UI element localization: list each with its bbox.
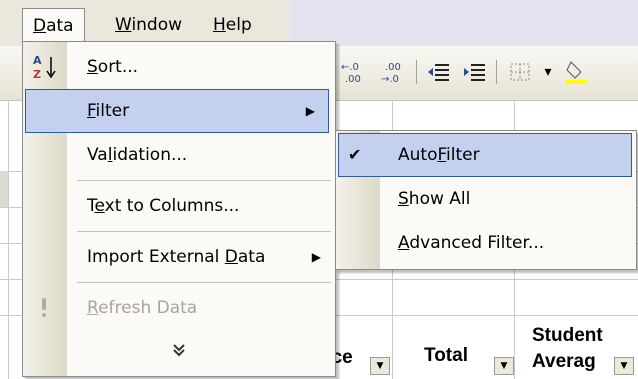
submenu-arrow-icon: ▶ (305, 104, 315, 118)
menu-item-label: Import External Data (87, 247, 266, 267)
menu-item-label: Validation... (87, 145, 188, 165)
svg-text:Z: Z (33, 68, 41, 81)
menu-bar: Data Window Help (0, 0, 638, 46)
menu-item-show-all[interactable]: Show All (336, 177, 636, 221)
menu-item-label: Text to Columns... (87, 196, 240, 216)
menu-item-label: Filter (87, 101, 130, 121)
autofilter-dropdown-button[interactable]: ▼ (370, 357, 390, 375)
menu-data-mnemonic: D (33, 16, 47, 36)
submenu-arrow-icon: ▶ (311, 250, 321, 264)
autofilter-dropdown-button[interactable]: ▼ (494, 357, 514, 375)
menu-item-label: AutoFilter (398, 145, 480, 165)
checkmark-icon: ✔ (348, 145, 362, 164)
increase-indent-icon (464, 64, 485, 81)
fill-color-icon (566, 61, 588, 84)
menu-help[interactable]: Help (208, 12, 257, 38)
menu-help-mnemonic: H (213, 15, 226, 35)
svg-text:.00: .00 (345, 74, 361, 85)
menu-item-label: Sort... (87, 57, 139, 77)
header-cell-student-average: Student Averag (532, 323, 603, 375)
menu-separator (77, 231, 331, 232)
increase-decimal-icon: ←.0.00 (341, 62, 361, 85)
menu-item-advanced-filter[interactable]: Advanced Filter... (336, 221, 636, 265)
menu-item-label: Advanced Filter... (398, 233, 545, 253)
menu-data-rest: ata (46, 16, 74, 36)
expand-menu-button[interactable] (23, 342, 335, 362)
decrease-indent-button[interactable] (424, 58, 454, 86)
menu-bar-background (290, 0, 638, 46)
data-menu: AZ Sort... Filter ▶ Validation... Text t… (22, 41, 336, 377)
header-label: Total (424, 345, 468, 366)
menu-data[interactable]: Data (22, 8, 85, 43)
menu-item-refresh-data: Refresh Data (23, 286, 335, 330)
svg-text:.00: .00 (385, 62, 401, 73)
header-cell-total: Total (424, 345, 468, 367)
toolbar-separator (496, 60, 497, 84)
dropdown-arrow-icon: ▾ (544, 64, 552, 80)
borders-button[interactable] (504, 58, 536, 86)
menu-window-rest: indow (131, 15, 183, 35)
menu-separator (77, 282, 331, 283)
menu-item-label: Show All (398, 189, 471, 209)
borders-dropdown-button[interactable]: ▾ (540, 58, 556, 86)
menu-window-mnemonic: W (115, 15, 132, 35)
menu-item-import-external-data[interactable]: Import External Data ▶ (23, 235, 335, 279)
header-label-line2: Averag (532, 351, 596, 372)
svg-text:→.0: →.0 (381, 74, 399, 85)
menu-item-filter[interactable]: Filter ▶ (25, 89, 329, 133)
menu-help-rest: elp (225, 15, 252, 35)
menu-item-validation[interactable]: Validation... (23, 133, 335, 177)
menu-item-autofilter[interactable]: ✔ AutoFilter (338, 133, 632, 177)
decrease-decimal-button[interactable]: .00 →.0 (378, 58, 410, 86)
borders-icon (510, 63, 530, 81)
menu-item-text-to-columns[interactable]: Text to Columns... (23, 184, 335, 228)
double-chevron-down-icon (173, 344, 185, 357)
svg-text:A: A (33, 54, 42, 67)
increase-decimal-button[interactable]: ←.0.00 (338, 58, 370, 86)
toolbar-separator (416, 60, 417, 84)
autofilter-dropdown-button[interactable]: ▼ (614, 357, 634, 375)
sort-az-icon: AZ (33, 53, 59, 81)
fill-color-button[interactable] (562, 58, 592, 86)
refresh-icon (37, 298, 63, 326)
menu-item-sort[interactable]: AZ Sort... (23, 45, 335, 89)
menu-separator (77, 180, 331, 181)
row-header[interactable] (0, 171, 8, 207)
header-label-line1: Student (532, 325, 603, 346)
menu-window[interactable]: Window (110, 12, 187, 38)
increase-indent-button[interactable] (460, 58, 490, 86)
decrease-decimal-icon: .00→.0 (381, 62, 401, 85)
decrease-indent-icon (428, 64, 449, 81)
filter-submenu: ✔ AutoFilter Show All Advanced Filter... (335, 130, 637, 270)
menu-item-label: Refresh Data (87, 298, 198, 318)
svg-text:←.0: ←.0 (341, 62, 359, 73)
